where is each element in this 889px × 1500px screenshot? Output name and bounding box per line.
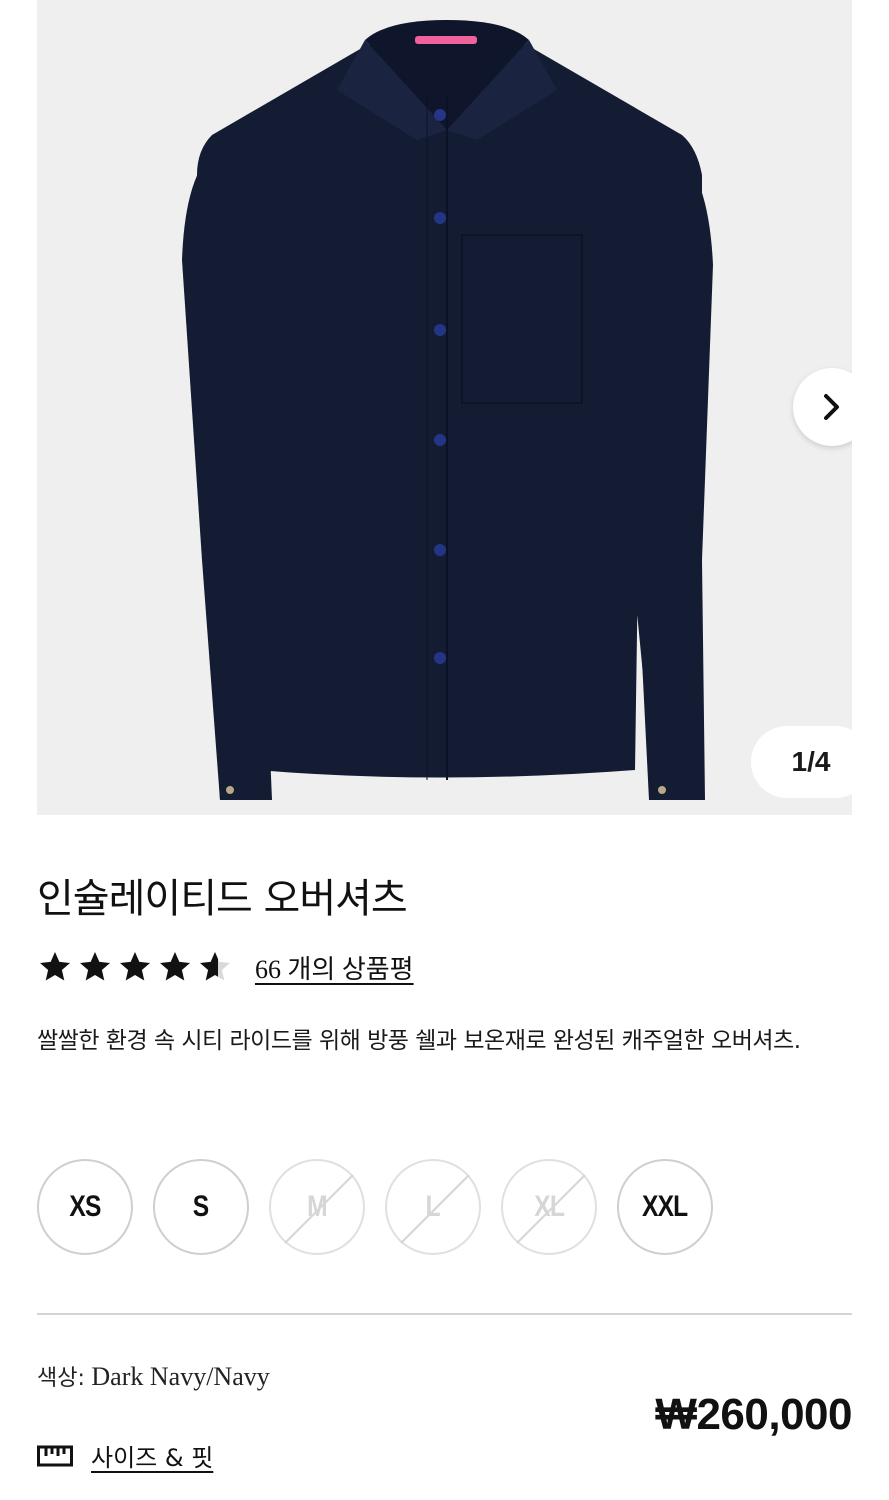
color-info: 색상: Dark Navy/Navy bbox=[37, 1360, 270, 1392]
size-option-xs[interactable]: XS bbox=[37, 1159, 133, 1255]
image-counter: 1/4 bbox=[751, 726, 852, 798]
size-label: XS bbox=[69, 1190, 101, 1223]
size-option-xxl[interactable]: XXL bbox=[617, 1159, 713, 1255]
product-title: 인슐레이티드 오버셔츠 bbox=[37, 876, 408, 922]
divider bbox=[37, 1313, 852, 1315]
product-image bbox=[182, 20, 713, 800]
size-label: S bbox=[193, 1190, 209, 1223]
ruler-icon bbox=[37, 1445, 73, 1466]
color-value: Dark Navy/Navy bbox=[91, 1362, 270, 1391]
star-icon bbox=[80, 952, 110, 981]
reviews-link[interactable]: 66 개의 상품평 bbox=[255, 949, 414, 986]
star-icon bbox=[40, 952, 70, 981]
size-label: M bbox=[307, 1190, 327, 1223]
size-label: XXL bbox=[642, 1190, 688, 1223]
product-price: ₩260,000 bbox=[655, 1390, 852, 1439]
size-selector: XS S M L XL XXL bbox=[37, 1159, 713, 1255]
size-fit-label: 사이즈 & 핏 bbox=[91, 1444, 214, 1472]
product-description: 쌀쌀한 환경 속 시티 라이드를 위해 방풍 쉘과 보온재로 완성된 캐주얼한 … bbox=[37, 1028, 801, 1054]
star-half-icon bbox=[200, 952, 230, 981]
size-option-xl[interactable]: XL bbox=[501, 1159, 597, 1255]
product-image-gallery[interactable]: 1/4 bbox=[37, 0, 852, 815]
star-icon bbox=[160, 952, 190, 981]
size-option-s[interactable]: S bbox=[153, 1159, 249, 1255]
size-label: L bbox=[425, 1190, 441, 1223]
size-fit-link[interactable]: 사이즈 & 핏 bbox=[37, 1438, 213, 1473]
chevron-right-icon bbox=[824, 394, 839, 420]
size-option-l[interactable]: L bbox=[385, 1159, 481, 1255]
rating-row: 66 개의 상품평 bbox=[37, 947, 414, 987]
size-label: XL bbox=[534, 1190, 565, 1223]
size-option-m[interactable]: M bbox=[269, 1159, 365, 1255]
color-label: 색상: bbox=[37, 1366, 85, 1391]
rating-stars bbox=[37, 949, 233, 985]
star-icon bbox=[120, 952, 150, 981]
